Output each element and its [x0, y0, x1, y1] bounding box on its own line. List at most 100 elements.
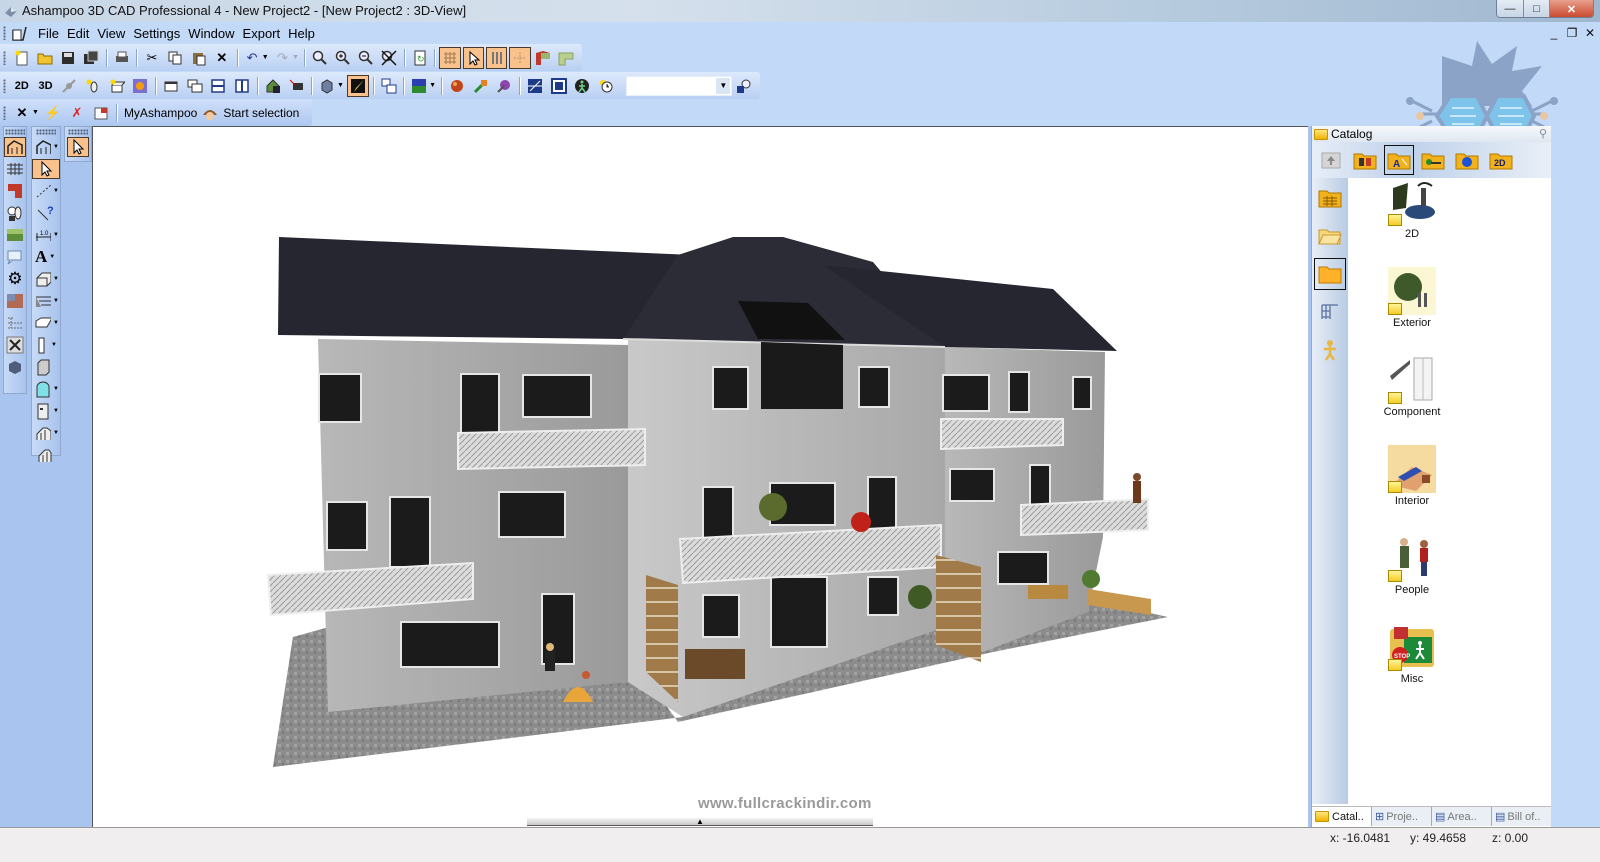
mdi-close-button[interactable]: ✕	[1584, 26, 1596, 40]
remove-tool-icon[interactable]: ✗	[66, 102, 88, 124]
house-save-icon[interactable]	[262, 75, 284, 97]
myashampoo-button[interactable]: MyAshampoo	[120, 106, 201, 120]
catalog-item-component[interactable]: Component	[1372, 356, 1452, 445]
tree-structure-icon[interactable]	[1314, 296, 1346, 328]
catalog-item-2d[interactable]: 2D	[1372, 178, 1452, 267]
open-folder-icon[interactable]	[1314, 220, 1346, 252]
material-transfer-icon[interactable]	[470, 75, 492, 97]
tab-area[interactable]: ▤ Area..	[1432, 807, 1492, 826]
window-arch-icon[interactable]: ▼	[32, 379, 60, 399]
floor-plan-icon[interactable]	[4, 137, 26, 157]
material-sphere-icon[interactable]	[446, 75, 468, 97]
save-all-icon[interactable]	[81, 47, 102, 69]
copy-icon[interactable]	[165, 47, 186, 69]
print-icon[interactable]	[111, 47, 132, 69]
select-arrow-icon[interactable]	[67, 137, 89, 157]
catalog-up-button[interactable]	[1316, 145, 1346, 175]
zoom-in-icon[interactable]	[332, 47, 353, 69]
columns-icon[interactable]	[485, 46, 508, 69]
select-arrow-icon[interactable]	[32, 159, 60, 179]
new-file-icon[interactable]	[11, 47, 32, 69]
sun-clock-icon[interactable]	[595, 75, 617, 97]
text-tool-icon[interactable]: A ▼	[32, 247, 60, 267]
toolbar-grip[interactable]	[3, 50, 6, 65]
toolbar-grip[interactable]	[5, 129, 25, 135]
tools-dropdown[interactable]: ▼	[32, 109, 39, 116]
landscape-icon[interactable]	[4, 225, 26, 245]
catalog-tab-materials[interactable]	[1452, 145, 1482, 175]
redo-dropdown[interactable]: ▼	[292, 54, 299, 61]
undo-icon[interactable]: ↶	[241, 47, 262, 69]
start-selection-button[interactable]: Start selection	[219, 106, 303, 120]
zoom-out-icon[interactable]	[356, 47, 377, 69]
3d-viewport[interactable]: www.fullcrackindir.com ▲	[92, 126, 1308, 827]
grid-icon[interactable]	[439, 46, 461, 69]
walk-figure-icon[interactable]	[571, 75, 593, 97]
tools-hammer-icon[interactable]	[4, 335, 26, 355]
select-cursor-icon[interactable]	[462, 46, 484, 69]
scroll-up-arrow-icon[interactable]: ▲	[696, 817, 704, 826]
menu-edit[interactable]: Edit	[63, 26, 93, 41]
menu-file[interactable]: File	[34, 26, 63, 41]
window-vertical-icon[interactable]	[231, 75, 253, 97]
tab-project[interactable]: ⊞ Proje..	[1372, 807, 1432, 826]
catalog-item-interior[interactable]: Interior	[1372, 445, 1452, 534]
measure-icon[interactable]: 1.0 ▼	[32, 225, 60, 245]
undo-dropdown[interactable]: ▼	[262, 54, 269, 61]
frame-axis-icon[interactable]	[548, 75, 570, 97]
zoom-all-icon[interactable]	[379, 47, 400, 69]
red-stair-icon[interactable]	[4, 181, 26, 201]
catalog-tab-building-parts[interactable]	[1350, 145, 1380, 175]
wall-icon[interactable]: ▼	[32, 269, 60, 289]
menu-export[interactable]: Export	[239, 26, 285, 41]
catalog-grid-icon[interactable]	[1314, 182, 1346, 214]
column-icon[interactable]: ▼	[32, 335, 60, 355]
new-box-icon[interactable]	[106, 75, 128, 97]
menu-settings[interactable]: Settings	[129, 26, 184, 41]
combo-dropdown-arrow[interactable]: ▼	[716, 77, 731, 94]
catalog-tab-2d-symbols[interactable]: 2D	[1486, 145, 1516, 175]
staircase-icon[interactable]: ▼	[32, 423, 60, 443]
toolbar-grip[interactable]	[3, 105, 6, 120]
tree-list-icon[interactable]	[4, 313, 26, 333]
menu-window[interactable]: Window	[184, 26, 238, 41]
menu-help[interactable]: Help	[284, 26, 319, 41]
wall-grid-icon[interactable]	[4, 159, 26, 179]
catalog-item-people[interactable]: People	[1372, 534, 1452, 623]
mdi-restore-button[interactable]: ❐	[1566, 26, 1578, 40]
magic-wand-icon[interactable]: ⚡	[42, 102, 64, 124]
mdi-minimize-button[interactable]: _	[1548, 26, 1560, 40]
background-color-dropdown[interactable]: ▼	[429, 82, 436, 89]
dimension-help-icon[interactable]: ?	[32, 203, 60, 223]
roof-element-icon[interactable]	[32, 445, 60, 465]
catalog-tab-symbols[interactable]: A	[1384, 145, 1414, 175]
snap-points-icon[interactable]	[509, 46, 531, 69]
refresh-icon[interactable]: ↻	[409, 47, 430, 69]
axis-cross-icon[interactable]	[524, 75, 546, 97]
background-color-icon[interactable]	[408, 75, 430, 97]
bubble-view-icon[interactable]	[4, 247, 26, 267]
tools-icon[interactable]: ✕	[11, 102, 33, 124]
slab-icon[interactable]: ▼	[32, 313, 60, 333]
material-pick-icon[interactable]	[493, 75, 515, 97]
gear-icon[interactable]: ⚙	[4, 269, 26, 289]
toolbar-grip[interactable]	[3, 78, 6, 93]
tab-catalog[interactable]: Catal..	[1312, 807, 1372, 826]
delete-icon[interactable]: ✕	[211, 47, 232, 69]
pin-icon[interactable]: ⚲	[1539, 127, 1547, 140]
lamp-objects-icon[interactable]	[4, 203, 26, 223]
minimize-button[interactable]: —	[1497, 0, 1523, 17]
save-icon[interactable]	[57, 47, 78, 69]
satellite-icon[interactable]	[58, 75, 80, 97]
close-button[interactable]: ✕	[1549, 0, 1593, 17]
redo-icon[interactable]: ↷	[272, 47, 293, 69]
figure-icon[interactable]	[1314, 334, 1346, 366]
search-object-icon[interactable]	[733, 75, 755, 97]
view-combo-box[interactable]: ▼	[625, 75, 733, 96]
texture-grid-icon[interactable]	[129, 75, 151, 97]
cube-view-icon[interactable]	[316, 75, 338, 97]
roof-green-icon[interactable]	[556, 47, 577, 69]
line-draw-icon[interactable]: ▼	[32, 181, 60, 201]
cube-view-dropdown[interactable]: ▼	[337, 82, 344, 89]
light-bulb-icon[interactable]	[82, 75, 104, 97]
